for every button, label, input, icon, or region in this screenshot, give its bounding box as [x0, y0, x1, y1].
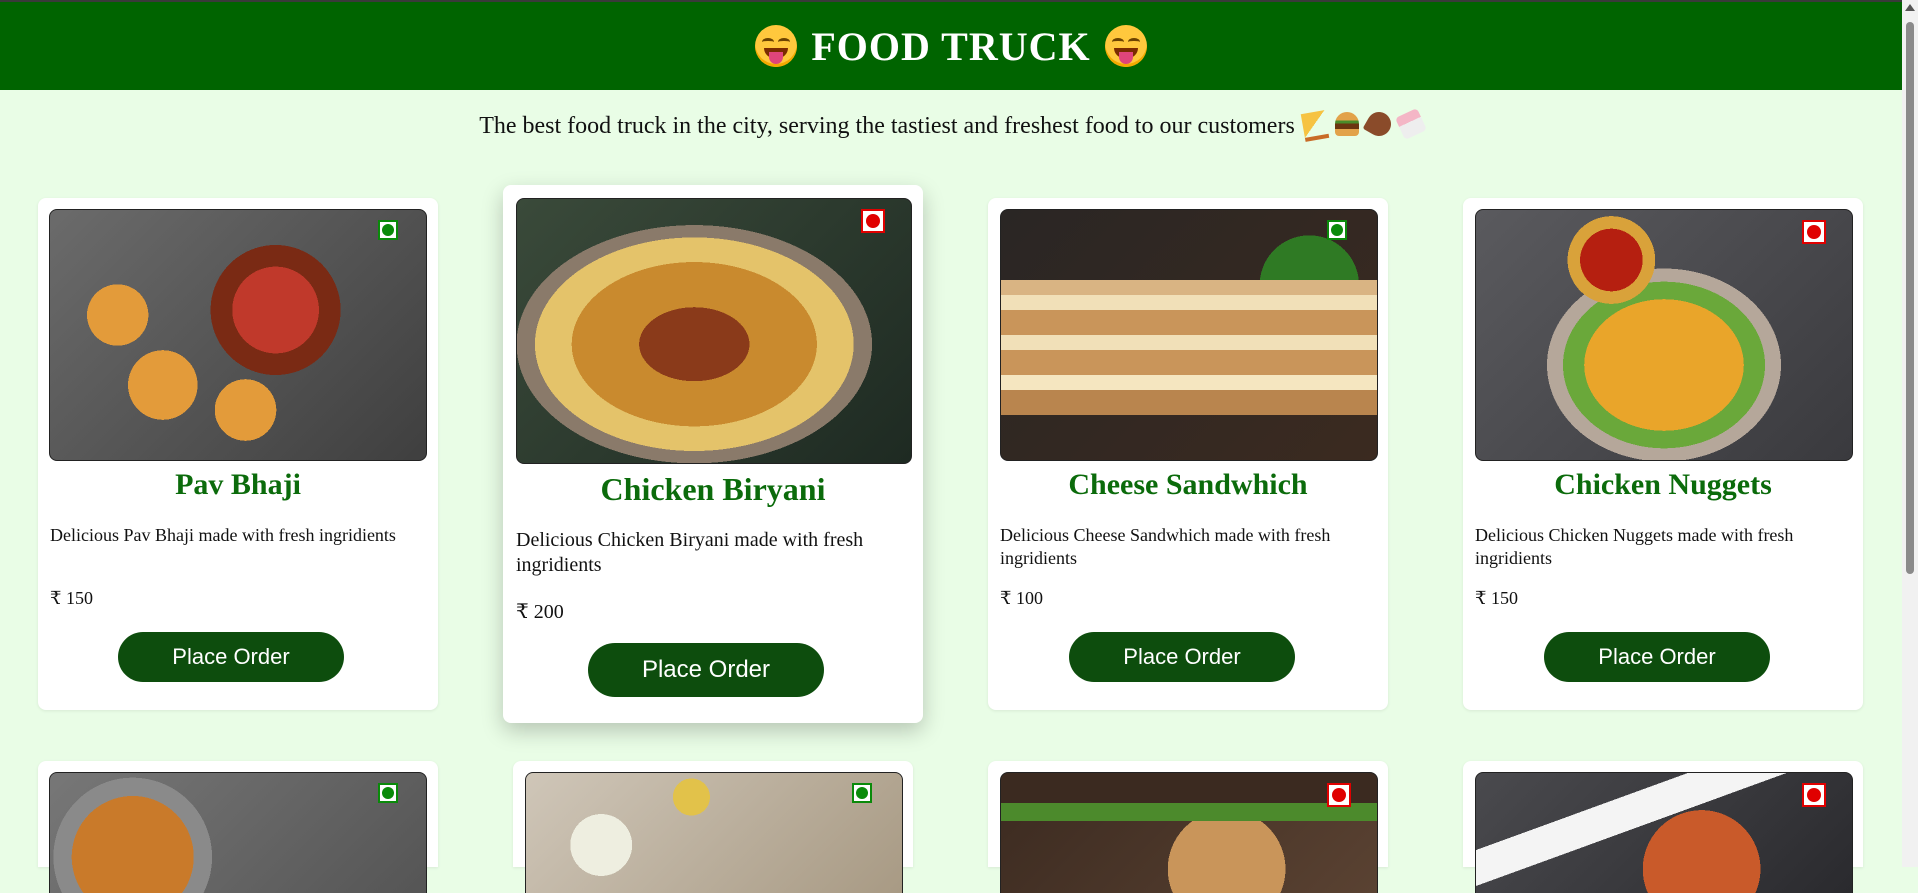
site-header: FOOD TRUCK	[0, 2, 1902, 90]
yum-face-icon	[755, 25, 798, 67]
site-title-text: FOOD TRUCK	[811, 23, 1091, 69]
yum-face-icon	[1104, 25, 1147, 67]
burger-icon	[1334, 112, 1359, 136]
item-description: Delicious Pav Bhaji made with fresh ingr…	[50, 525, 396, 545]
veg-indicator-icon	[378, 220, 398, 240]
item-price: ₹ 200	[516, 601, 564, 623]
veg-indicator-icon	[1327, 220, 1347, 240]
item-description: Delicious Chicken Biryani made with fres…	[516, 529, 864, 576]
menu-card: Chicken Biryani Delicious Chicken Biryan…	[503, 185, 923, 723]
menu-card	[988, 761, 1388, 893]
item-name: Pav Bhaji	[175, 468, 301, 501]
food-photo	[1000, 209, 1378, 461]
scrollbar-thumb[interactable]	[1906, 22, 1914, 574]
food-photo	[1475, 209, 1853, 461]
nonveg-indicator-icon	[1802, 783, 1826, 807]
menu-card	[1463, 761, 1863, 893]
item-name: Chicken Nuggets	[1554, 468, 1772, 501]
food-photo	[1000, 772, 1378, 893]
item-name: Cheese Sandwhich	[1068, 468, 1308, 501]
menu-card: Chicken Nuggets Delicious Chicken Nugget…	[1463, 198, 1863, 710]
item-description: Delicious Chicken Nuggets made with fres…	[1475, 525, 1794, 568]
food-photo	[1475, 772, 1853, 893]
veg-indicator-icon	[378, 783, 398, 803]
site-title: FOOD TRUCK	[755, 23, 1147, 70]
menu-card	[38, 761, 438, 893]
food-photo	[516, 198, 912, 464]
food-photo	[525, 772, 903, 893]
nonveg-indicator-icon	[1802, 220, 1826, 244]
place-order-button[interactable]: Place Order	[1069, 632, 1295, 682]
item-price: ₹ 100	[1000, 588, 1043, 608]
pizza-icon	[1300, 110, 1330, 142]
item-description: Delicious Cheese Sandwhich made with fre…	[1000, 525, 1331, 568]
nonveg-indicator-icon	[861, 209, 885, 233]
scroll-up-arrow-icon[interactable]	[1905, 4, 1915, 11]
drumstick-icon	[1362, 107, 1396, 141]
place-order-button[interactable]: Place Order	[118, 632, 344, 682]
item-price: ₹ 150	[1475, 588, 1518, 608]
place-order-button[interactable]: Place Order	[588, 643, 824, 697]
tagline: The best food truck in the city, serving…	[0, 107, 1902, 142]
menu-card: Pav Bhaji Delicious Pav Bhaji made with …	[38, 198, 438, 710]
drink-icon	[1394, 108, 1427, 140]
place-order-button[interactable]: Place Order	[1544, 632, 1770, 682]
menu-card	[513, 761, 913, 893]
food-photo	[49, 209, 427, 461]
tagline-icons	[1300, 107, 1427, 142]
item-price: ₹ 150	[50, 588, 93, 608]
menu-card: Cheese Sandwhich Delicious Cheese Sandwh…	[988, 198, 1388, 710]
tagline-text: The best food truck in the city, serving…	[479, 112, 1295, 139]
item-name: Chicken Biryani	[600, 471, 826, 507]
food-photo	[49, 772, 427, 893]
veg-indicator-icon	[852, 783, 872, 803]
nonveg-indicator-icon	[1327, 783, 1351, 807]
